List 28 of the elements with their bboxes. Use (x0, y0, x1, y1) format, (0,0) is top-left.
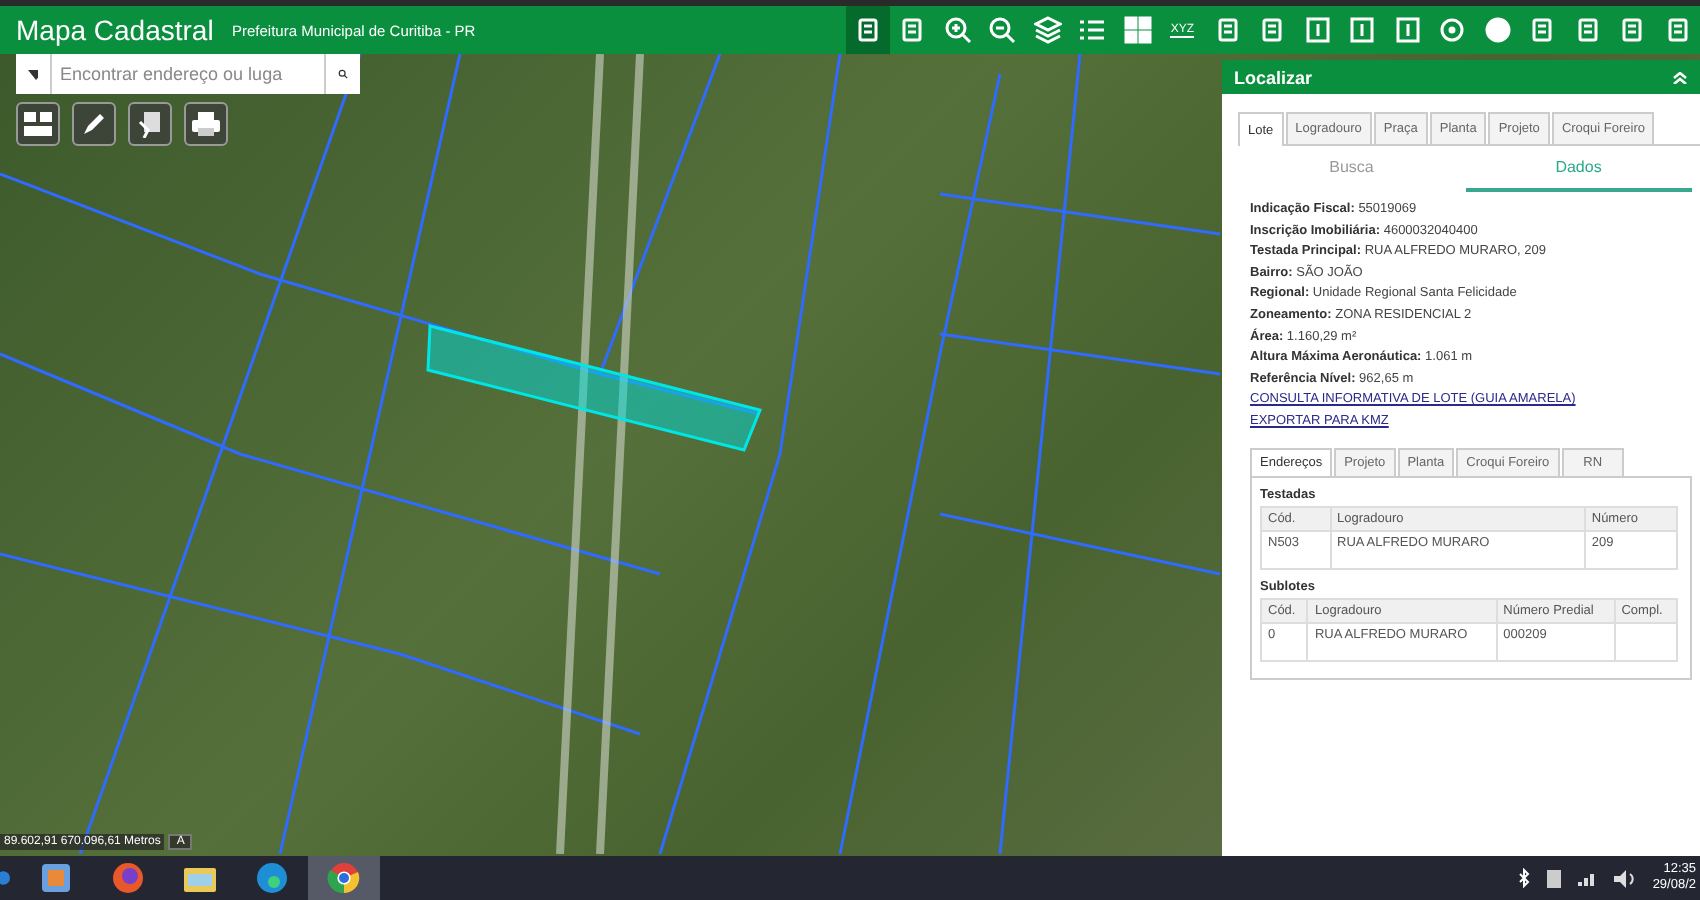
caret-icon (28, 69, 38, 79)
pencil-tool[interactable] (72, 102, 116, 146)
search-button[interactable] (324, 54, 360, 94)
pencil-icon (82, 112, 106, 136)
zoom-out-icon (988, 16, 1017, 44)
identify-tool[interactable] (128, 102, 172, 146)
layout-tool[interactable] (16, 102, 60, 146)
grid-icon (1123, 16, 1152, 44)
zoom-in-icon (943, 16, 972, 44)
collapse-icon[interactable] (1672, 71, 1688, 83)
search-field[interactable]: Encontrar endereço ou luga (52, 54, 324, 94)
round-browser-taskbar-button[interactable] (308, 856, 380, 900)
round-browser-icon (326, 860, 362, 896)
layout-icon (24, 112, 52, 136)
search-dropdown[interactable] (16, 54, 52, 94)
printer-icon (192, 112, 220, 136)
speaker-icon[interactable] (1614, 869, 1637, 887)
target-icon (1438, 16, 1467, 44)
media-icon (38, 860, 74, 896)
layers-icon (1033, 16, 1062, 44)
signal-icon[interactable] (1578, 870, 1599, 886)
identify-tool[interactable] (845, 6, 890, 54)
print-button[interactable] (184, 102, 228, 146)
panel-title: Localizar (1234, 67, 1313, 87)
document-icon (1528, 16, 1557, 44)
app-title: Mapa Cadastral (16, 14, 216, 46)
list-icon (1078, 16, 1107, 44)
bluetooth-icon[interactable] (1518, 868, 1531, 888)
